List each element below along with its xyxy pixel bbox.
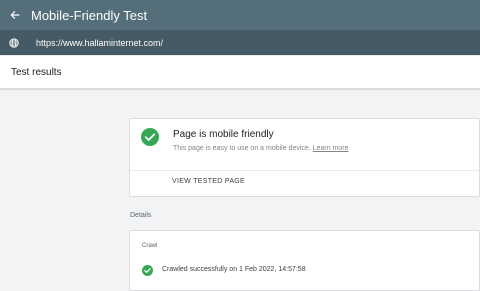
- check-circle-icon: [142, 263, 153, 281]
- verdict-card: Page is mobile friendly This page is eas…: [129, 118, 480, 197]
- verdict-summary: Page is mobile friendly This page is eas…: [130, 119, 479, 170]
- url-bar: https://www.hallaminternet.com/: [0, 30, 480, 55]
- back-arrow-icon[interactable]: [0, 0, 30, 30]
- crawl-status: Crawled successfully on 1 Feb 2022, 14:5…: [162, 266, 306, 273]
- globe-icon: [0, 30, 28, 55]
- divider: [130, 170, 479, 171]
- app-header: Mobile-Friendly Test: [0, 0, 480, 30]
- crawl-label: Crawl: [142, 243, 158, 249]
- verdict-title: Page is mobile friendly: [173, 129, 274, 140]
- check-circle-icon: [141, 128, 159, 151]
- results-header: Test results: [0, 56, 480, 89]
- crawl-card: Crawl Crawled successfully on 1 Feb 2022…: [129, 230, 480, 291]
- view-tested-page-button[interactable]: VIEW TESTED PAGE: [172, 178, 245, 185]
- tested-url[interactable]: https://www.hallaminternet.com/: [36, 38, 163, 48]
- verdict-description: This page is easy to use on a mobile dev…: [173, 145, 349, 152]
- results-title: Test results: [11, 66, 62, 78]
- verdict-description-text: This page is easy to use on a mobile dev…: [173, 145, 311, 152]
- app-title: Mobile-Friendly Test: [31, 7, 148, 23]
- details-label: Details: [130, 212, 152, 219]
- results-content: Page is mobile friendly This page is eas…: [0, 90, 480, 291]
- learn-more-link[interactable]: Learn more: [313, 145, 349, 152]
